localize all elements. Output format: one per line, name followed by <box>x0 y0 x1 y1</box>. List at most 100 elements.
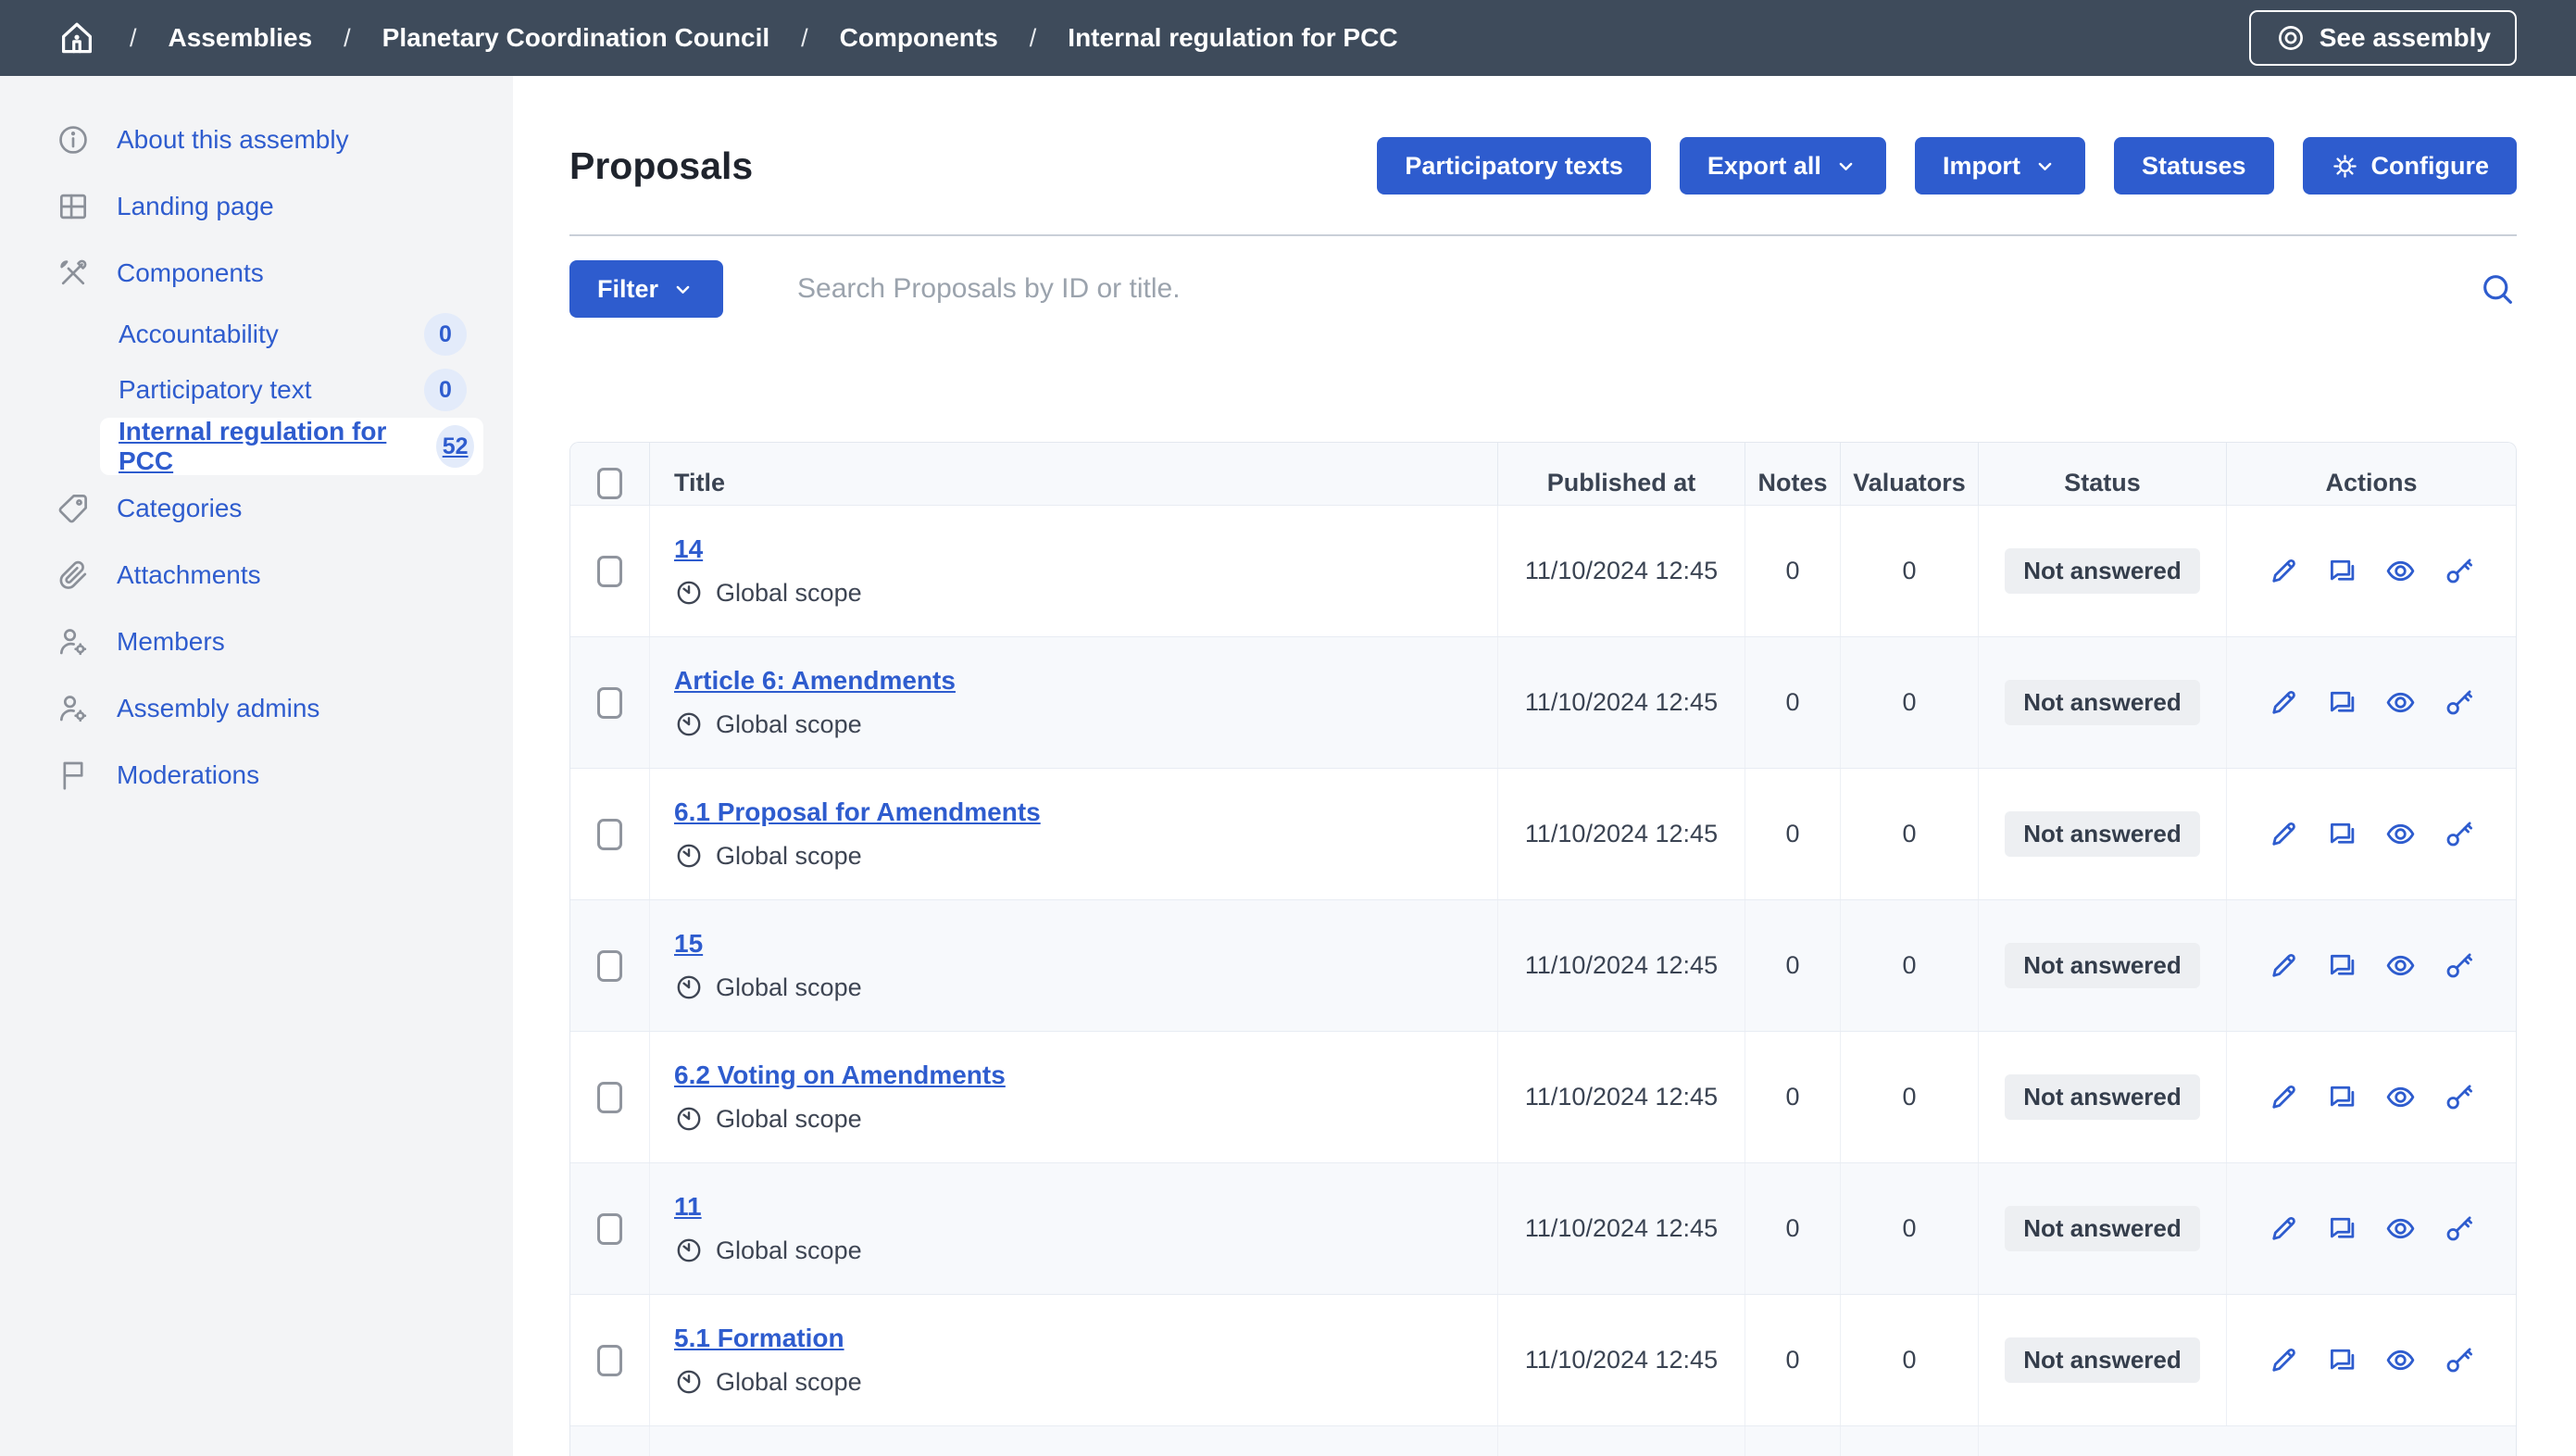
globe-icon <box>674 1104 704 1134</box>
sidebar-item-label: Accountability <box>119 320 279 349</box>
proposal-title-link[interactable]: 5.1 Formation <box>674 1324 844 1353</box>
sidebar-item[interactable]: Internal regulation for PCC 52 <box>100 418 483 475</box>
preview-eye-icon[interactable] <box>2384 1212 2417 1245</box>
sidebar-item[interactable]: Landing page <box>0 173 513 240</box>
permissions-key-icon[interactable] <box>2443 686 2475 719</box>
sidebar-item[interactable]: Attachments <box>0 542 513 609</box>
proposal-title-link[interactable]: Article 6: Amendments <box>674 666 956 696</box>
sidebar-item-label: Landing page <box>117 192 274 221</box>
sidebar-item-label: Moderations <box>117 760 259 790</box>
answer-icon[interactable] <box>2326 1344 2358 1376</box>
table-row: 14 Global scope 11/10/2024 12:45 0 0 Not… <box>570 505 2516 636</box>
preview-eye-icon[interactable] <box>2384 818 2417 850</box>
breadcrumb-item[interactable]: Assemblies <box>169 23 313 53</box>
published-at: 11/10/2024 12:45 <box>1497 769 1744 899</box>
breadcrumb-separator: / <box>1030 24 1037 53</box>
scope-row: Global scope <box>674 578 862 608</box>
breadcrumb-item[interactable]: Internal regulation for PCC <box>1068 23 1397 53</box>
proposal-title-link[interactable]: 6.1 Proposal for Amendments <box>674 797 1041 827</box>
see-assembly-button[interactable]: See assembly <box>2249 10 2517 66</box>
sidebar-item-label: About this assembly <box>117 125 349 155</box>
table-row: 11 Global scope 11/10/2024 12:45 0 0 Not… <box>570 1162 2516 1294</box>
answer-icon[interactable] <box>2326 818 2358 850</box>
count-badge: 52 <box>436 425 474 468</box>
breadcrumb-item[interactable]: Planetary Coordination Council <box>382 23 769 53</box>
toolbar-button[interactable]: Import <box>1915 137 2085 195</box>
sidebar-item[interactable]: Moderations <box>0 742 513 809</box>
scope-label: Global scope <box>716 710 862 739</box>
notes-count <box>1744 1426 1840 1456</box>
preview-eye-icon[interactable] <box>2384 555 2417 587</box>
notes-count: 0 <box>1744 1163 1840 1294</box>
permissions-key-icon[interactable] <box>2443 949 2475 982</box>
edit-icon[interactable] <box>2268 949 2300 982</box>
preview-eye-icon[interactable] <box>2384 686 2417 719</box>
preview-eye-icon[interactable] <box>2384 1081 2417 1113</box>
status-badge: Not answered <box>2005 943 2200 988</box>
edit-icon[interactable] <box>2268 686 2300 719</box>
search-button[interactable] <box>2478 270 2517 308</box>
edit-icon[interactable] <box>2268 1212 2300 1245</box>
home-icon[interactable] <box>56 17 98 59</box>
valuators-count <box>1840 1426 1978 1456</box>
edit-icon[interactable] <box>2268 555 2300 587</box>
row-checkbox[interactable] <box>597 556 622 587</box>
proposal-title-link[interactable]: 15 <box>674 929 703 959</box>
proposal-title-link[interactable]: 14 <box>674 534 703 564</box>
search-input[interactable] <box>797 273 2478 305</box>
toolbar-button[interactable]: Configure <box>2303 137 2518 195</box>
row-actions <box>2226 1163 2516 1294</box>
row-checkbox[interactable] <box>597 950 622 982</box>
permissions-key-icon[interactable] <box>2443 555 2475 587</box>
sidebar-item[interactable]: Members <box>0 609 513 675</box>
row-checkbox[interactable] <box>597 819 622 850</box>
edit-icon[interactable] <box>2268 1081 2300 1113</box>
permissions-key-icon[interactable] <box>2443 818 2475 850</box>
proposal-title-link[interactable]: 11 <box>674 1192 702 1222</box>
globe-icon <box>674 841 704 871</box>
globe-icon <box>674 973 704 1002</box>
select-all-checkbox[interactable] <box>597 468 622 499</box>
sidebar-item[interactable]: Components <box>0 240 513 307</box>
sidebar-item[interactable]: Participatory text 0 <box>0 362 513 418</box>
answer-icon[interactable] <box>2326 686 2358 719</box>
published-at <box>1497 1426 1744 1456</box>
valuators-count: 0 <box>1840 769 1978 899</box>
globe-icon <box>674 578 704 608</box>
sidebar-item[interactable]: Categories <box>0 475 513 542</box>
filter-button[interactable]: Filter <box>569 260 723 318</box>
preview-eye-icon[interactable] <box>2384 949 2417 982</box>
sidebar-item[interactable]: About this assembly <box>0 107 513 173</box>
notes-count: 0 <box>1744 637 1840 768</box>
edit-icon[interactable] <box>2268 1344 2300 1376</box>
edit-icon[interactable] <box>2268 818 2300 850</box>
valuators-count: 0 <box>1840 1295 1978 1425</box>
permissions-key-icon[interactable] <box>2443 1212 2475 1245</box>
preview-eye-icon[interactable] <box>2384 1344 2417 1376</box>
permissions-key-icon[interactable] <box>2443 1344 2475 1376</box>
scope-row: Global scope <box>674 841 862 871</box>
sidebar-item[interactable]: Assembly admins <box>0 675 513 742</box>
toolbar-button[interactable]: Export all <box>1680 137 1886 195</box>
proposal-title-link[interactable]: 6.2 Voting on Amendments <box>674 1061 1006 1090</box>
answer-icon[interactable] <box>2326 1081 2358 1113</box>
notes-count: 0 <box>1744 1295 1840 1425</box>
permissions-key-icon[interactable] <box>2443 1081 2475 1113</box>
row-checkbox[interactable] <box>597 687 622 719</box>
top-bar: / Assemblies / Planetary Coordination Co… <box>0 0 2576 76</box>
answer-icon[interactable] <box>2326 1212 2358 1245</box>
sidebar-item-label: Participatory text <box>119 375 312 405</box>
answer-icon[interactable] <box>2326 949 2358 982</box>
chevron-down-icon <box>670 277 695 302</box>
row-checkbox[interactable] <box>597 1082 622 1113</box>
breadcrumb-separator: / <box>130 24 137 53</box>
sidebar-item-label: Internal regulation for PCC <box>119 417 410 476</box>
toolbar-button[interactable]: Statuses <box>2114 137 2274 195</box>
row-checkbox[interactable] <box>597 1345 622 1376</box>
breadcrumb-item[interactable]: Components <box>840 23 998 53</box>
answer-icon[interactable] <box>2326 555 2358 587</box>
sidebar-item[interactable]: Accountability 0 <box>0 307 513 362</box>
toolbar-button[interactable]: Participatory texts <box>1377 137 1651 195</box>
row-checkbox[interactable] <box>597 1213 622 1245</box>
count-badge: 0 <box>424 369 467 411</box>
